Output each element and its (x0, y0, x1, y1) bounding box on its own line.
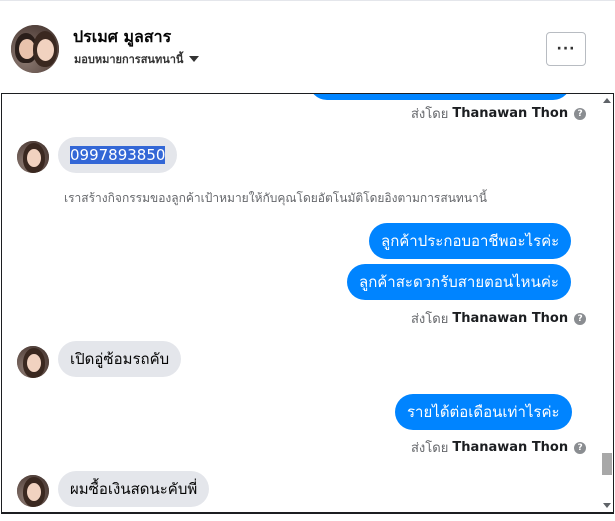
assign-conversation-label: มอบหมายการสนทนานี้ (74, 53, 184, 66)
sent-by-label: ส่งโดย Thanawan Thon ? (411, 308, 587, 329)
assign-conversation-dropdown[interactable]: มอบหมายการสนทนานี้ (74, 50, 200, 68)
outgoing-message[interactable]: รายได้ต่อเดือนเท่าไรค่ะ (395, 394, 572, 430)
message-thread[interactable]: ส่งโดย Thanawan Thon ? 0997893850 เราสร้… (1, 93, 614, 514)
chat-scrollbar[interactable] (601, 94, 613, 512)
scroll-thumb[interactable] (602, 453, 612, 475)
help-icon[interactable]: ? (574, 441, 587, 454)
outgoing-message[interactable]: ลูกค้าประกอบอาชีพอะไรค่ะ (369, 223, 572, 259)
sender-avatar[interactable] (17, 141, 49, 173)
contact-name[interactable]: ปรเมศ มูลสาร (73, 25, 171, 50)
contact-avatar[interactable] (11, 25, 59, 73)
auto-activity-notice: เราสร้างกิจกรรมของลูกค้าเป้าหมายให้กับคุ… (64, 191, 487, 205)
scroll-down-arrow-icon[interactable] (603, 503, 611, 508)
message-text-selected[interactable]: 0997893850 (70, 146, 166, 164)
conversation-header: ปรเมศ มูลสาร มอบหมายการสนทนานี้ ··· (0, 0, 615, 92)
sent-by-label: ส่งโดย Thanawan Thon ? (411, 103, 587, 124)
sender-avatar[interactable] (17, 475, 49, 507)
scroll-up-arrow-icon[interactable] (603, 98, 611, 103)
incoming-message[interactable]: ผมซื้อเงินสดนะคับพี่ (58, 471, 210, 507)
outgoing-message[interactable]: ลูกค้าสะดวกรับสายตอนไหนค่ะ (347, 264, 571, 300)
incoming-message[interactable]: เปิดอู่ซ้อมรถคับ (58, 341, 182, 377)
incoming-message[interactable]: 0997893850 (58, 137, 178, 173)
sent-by-label: ส่งโดย Thanawan Thon ? (411, 437, 587, 458)
help-icon[interactable]: ? (574, 107, 587, 120)
caret-down-icon (189, 56, 200, 62)
sender-avatar[interactable] (17, 346, 49, 378)
help-icon[interactable]: ? (574, 312, 587, 325)
outgoing-message-partial[interactable] (309, 94, 571, 100)
more-options-button[interactable]: ··· (546, 32, 586, 66)
